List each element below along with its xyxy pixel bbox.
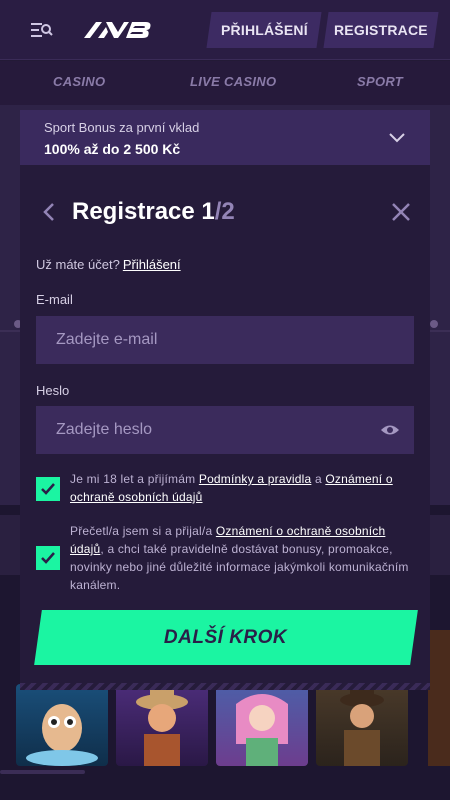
promo-headline: 100% až do 2 500 Kč [44,141,181,157]
email-label: E-mail [36,292,73,307]
menu-search-icon[interactable] [30,18,54,42]
register-button-label: REGISTRACE [334,22,428,38]
consent-marketing-checkbox[interactable] [36,546,60,570]
consent-terms-text: Je mi 18 let a přijímám Podmínky a pravi… [70,470,420,506]
carousel-dot [430,320,438,328]
login-button[interactable]: PŘIHLÁŠENÍ [206,12,322,48]
consent-marketing-text-1: Přečetl/a jsem si a přijal/a [70,524,213,538]
page: PŘIHLÁŠENÍ REGISTRACE CASINO LIVE CASINO… [0,0,450,800]
eye-icon[interactable] [380,422,400,438]
modal-bottom-stripe [20,683,430,690]
promo-subtitle: Sport Bonus za první vklad [44,120,200,135]
title-step-total: 2 [221,198,235,225]
game-tile-partial[interactable] [428,630,450,766]
checkmark-icon [41,552,55,564]
game-tile[interactable] [16,684,108,766]
top-header: PŘIHLÁŠENÍ REGISTRACE [0,0,450,60]
register-button[interactable]: REGISTRACE [323,12,439,48]
have-account-text: Už máte účet? [36,257,120,272]
title-text: Registrace 1 [72,198,215,225]
consent-terms-text-2: a [314,472,322,486]
game-tile[interactable] [116,684,208,766]
login-link[interactable]: Přihlášení [123,257,181,272]
nav-item-live-casino[interactable]: LIVE CASINO [190,74,276,89]
close-icon[interactable] [390,201,412,223]
nav-item-casino[interactable]: CASINO [53,74,105,89]
consent-marketing-text: Přečetl/a jsem si a přijal/a Oznámení o … [70,522,420,594]
carousel-scrollbar[interactable] [0,770,85,774]
game-tile[interactable] [216,684,308,766]
main-nav: CASINO LIVE CASINO SPORT [0,61,450,105]
password-field[interactable] [36,406,414,454]
next-step-label: DALŠÍ KROK [164,626,288,648]
login-button-label: PŘIHLÁŠENÍ [220,22,308,38]
back-arrow-icon[interactable] [40,200,60,224]
next-step-button[interactable]: DALŠÍ KROK [34,610,418,665]
consent-marketing-text-2: , a chci také pravidelně dostávat bonusy… [70,542,409,592]
modal-title: Registrace 1/2 [72,198,235,226]
consent-terms-checkbox[interactable] [36,477,60,501]
terms-link[interactable]: Podmínky a pravidla [199,472,312,486]
game-tile[interactable] [316,684,408,766]
brand-logo[interactable] [82,18,154,42]
checkmark-icon [41,483,55,495]
promo-bonus-bar[interactable]: Sport Bonus za první vklad 100% až do 2 … [20,110,430,165]
email-field[interactable] [36,316,414,364]
have-account-line: Už máte účet? Přihlášení [36,257,181,272]
chevron-down-icon[interactable] [388,128,406,146]
password-label: Heslo [36,383,70,398]
consent-terms-text-1: Je mi 18 let a přijímám [70,472,196,486]
nav-item-sport[interactable]: SPORT [357,74,403,89]
